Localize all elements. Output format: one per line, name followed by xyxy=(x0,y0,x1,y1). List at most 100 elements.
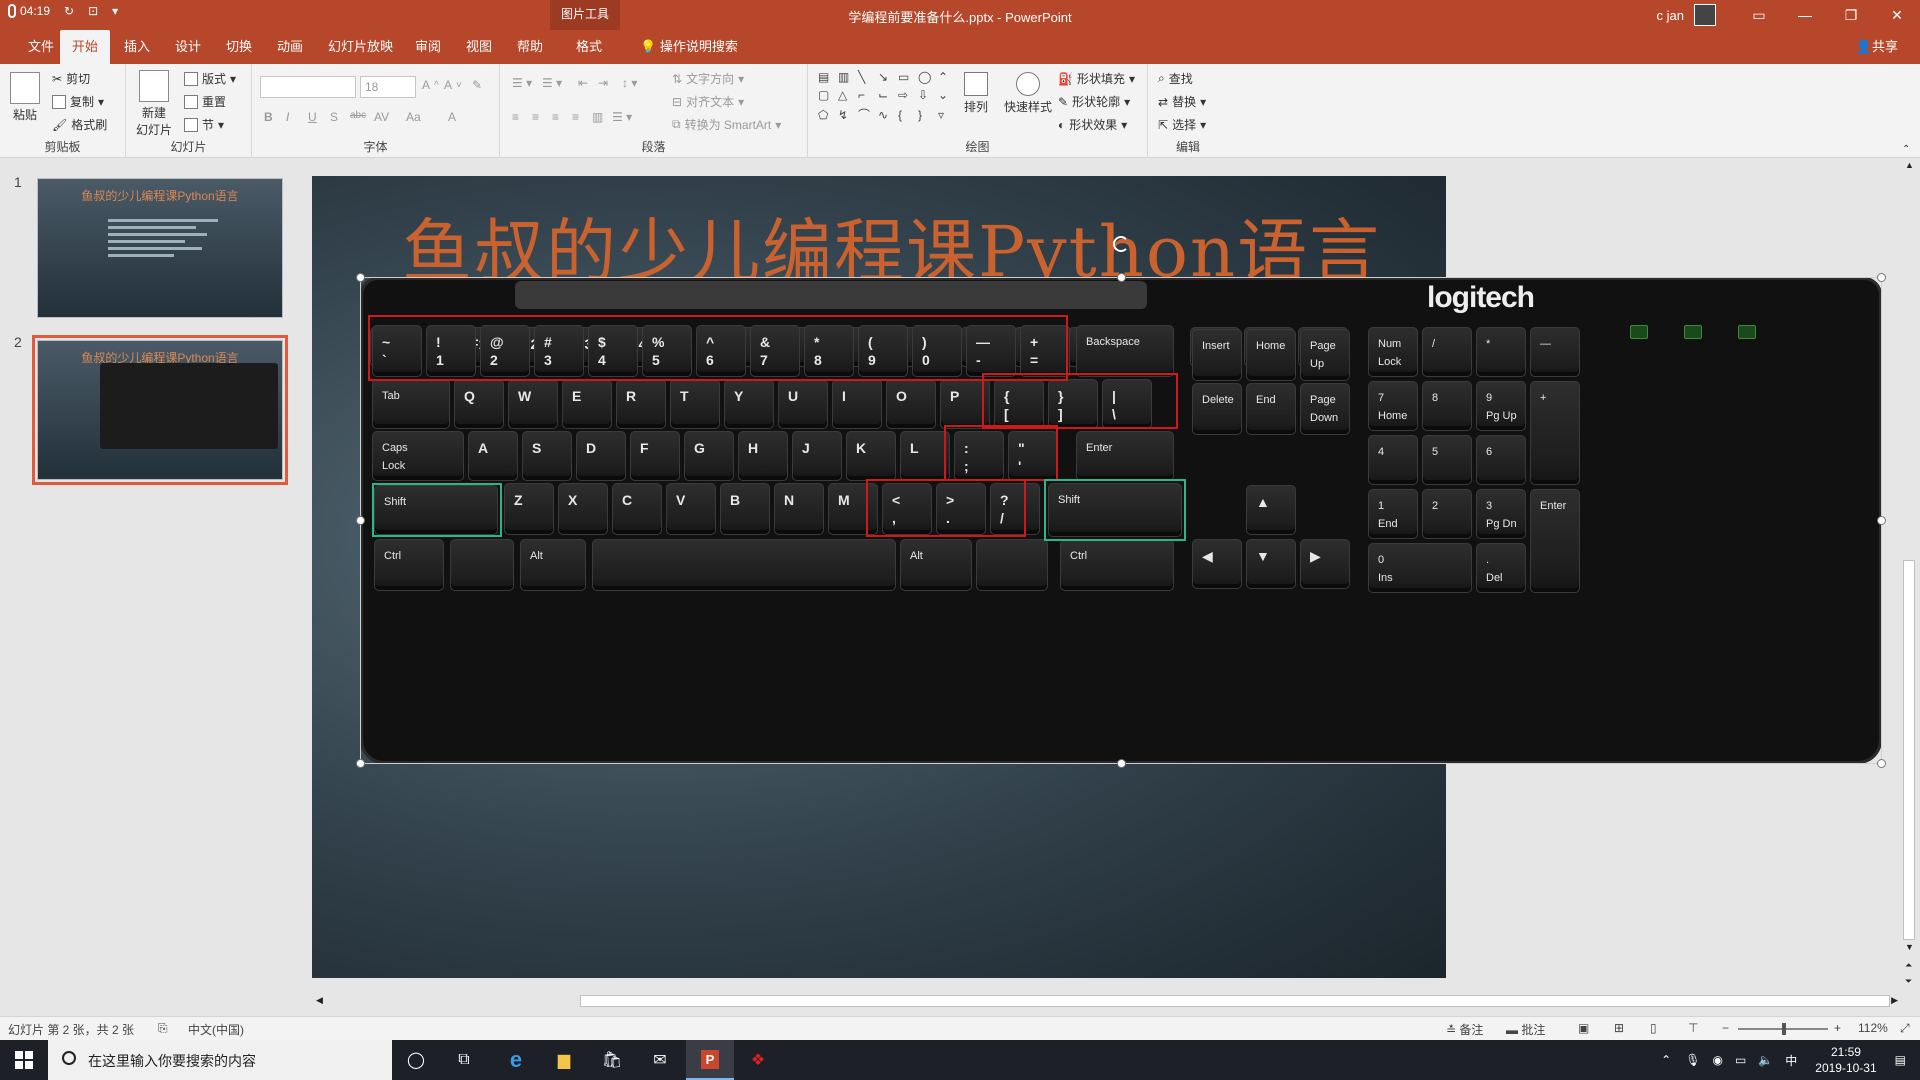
ribbon-display-options-icon[interactable]: ▭ xyxy=(1736,0,1782,30)
tab-transitions[interactable]: 切换 xyxy=(214,30,264,64)
spellcheck-icon[interactable]: ⎘ xyxy=(158,1021,168,1036)
line-shape-icon[interactable]: ╲ xyxy=(858,70,874,84)
tab-design[interactable]: 设计 xyxy=(163,30,213,64)
customize-qat-icon[interactable]: ▾ xyxy=(112,4,118,18)
replace-button[interactable]: ⇄ 替换 ▾ xyxy=(1158,93,1206,110)
select-button[interactable]: ⇱ 选择 ▾ xyxy=(1158,116,1206,133)
justify-icon[interactable]: ≡ xyxy=(572,110,579,124)
horizontal-scrollbar[interactable]: ◀ ▶ xyxy=(312,992,1902,1012)
zoom-in-icon[interactable]: + xyxy=(1834,1021,1841,1035)
volume-icon[interactable]: 🔈 xyxy=(1758,1053,1773,1067)
user-name[interactable]: c jan xyxy=(1657,8,1684,23)
new-slide-button[interactable]: 新建 幻灯片 xyxy=(136,70,172,138)
tab-format[interactable]: 格式 xyxy=(564,30,614,64)
clear-formatting-icon[interactable]: ✎ xyxy=(472,78,482,92)
quick-styles-button[interactable]: 快速样式 xyxy=(1004,72,1052,115)
tab-home[interactable]: 开始 xyxy=(60,30,111,64)
bullets-icon[interactable]: ☰ ▾ xyxy=(512,76,532,90)
underline-button[interactable]: U xyxy=(308,110,317,124)
align-center-icon[interactable]: ≡ xyxy=(532,110,539,124)
bold-button[interactable]: B xyxy=(264,110,273,124)
zoom-out-icon[interactable]: − xyxy=(1722,1021,1729,1035)
reading-view-icon[interactable]: ▯ xyxy=(1650,1021,1657,1035)
font-size-dropdown[interactable]: 18 xyxy=(360,76,416,98)
share-button[interactable]: 👤共享 xyxy=(1856,30,1898,64)
gallery-scroll-down-icon[interactable]: ⌄ xyxy=(938,88,954,102)
taskbar-search[interactable]: 在这里输入你要搜索的内容 xyxy=(48,1040,392,1080)
scroll-down-icon[interactable]: ▼ xyxy=(1905,942,1914,952)
align-left-icon[interactable]: ≡ xyxy=(512,110,519,124)
shape-effects-button[interactable]: ◐ 形状效果 ▾ xyxy=(1058,116,1127,133)
keyboard-image[interactable]: logitech EscF1F2F3F4F5F6F7F8F9F10F11F12P… xyxy=(360,277,1882,764)
left-brace-shape-icon[interactable]: { xyxy=(898,108,914,122)
curve-shape-icon[interactable]: ∿ xyxy=(878,108,894,122)
recorder-app-icon[interactable]: ❖ xyxy=(734,1040,782,1080)
textbox-shape-icon[interactable]: ▤ xyxy=(818,70,834,84)
scroll-right-icon[interactable]: ▶ xyxy=(1891,995,1898,1006)
notifications-icon[interactable]: ▤ xyxy=(1895,1053,1906,1067)
shapes-gallery[interactable]: ▤ ▥ ╲ ↘ ▭ ◯ ⌃ ▢ △ ⌐ ⌙ ⇨ ⇩ ⌄ ⬠ ↯ ⌒ ∿ {} ▿ xyxy=(818,70,974,123)
format-painter-button[interactable]: 🖌 格式刷 xyxy=(52,116,107,133)
tray-expand-icon[interactable]: ⌃ xyxy=(1661,1053,1671,1067)
oval-shape-icon[interactable]: ◯ xyxy=(918,70,934,84)
grow-font-button[interactable]: A ^ xyxy=(422,78,439,92)
fit-slide-icon[interactable]: ⤢ xyxy=(1900,1021,1910,1036)
avatar[interactable] xyxy=(1694,4,1716,26)
tab-help[interactable]: 帮助 xyxy=(505,30,555,64)
columns-icon[interactable]: ▥ xyxy=(592,110,603,124)
language-indicator[interactable]: 中文(中国) xyxy=(188,1021,244,1038)
pentagon-shape-icon[interactable]: ⬠ xyxy=(818,108,834,122)
text-direction-button[interactable]: ⇅ 文字方向 ▾ xyxy=(672,70,744,87)
notes-button[interactable]: ≛ 备注 xyxy=(1446,1021,1483,1038)
tab-review[interactable]: 审阅 xyxy=(403,30,453,64)
tab-animations[interactable]: 动画 xyxy=(265,30,315,64)
arrange-button[interactable]: 排列 xyxy=(964,72,988,115)
zoom-slider-thumb[interactable] xyxy=(1782,1023,1786,1035)
arrow-line-shape-icon[interactable]: ↘ xyxy=(878,70,894,84)
cortana-icon[interactable]: ◯ xyxy=(392,1040,440,1080)
rect2-shape-icon[interactable]: ▢ xyxy=(818,88,834,102)
normal-view-icon[interactable]: ▣ xyxy=(1578,1021,1589,1035)
change-case-button[interactable]: Aa xyxy=(406,110,421,124)
restore-button[interactable]: ❐ xyxy=(1828,0,1874,30)
network-icon[interactable]: ▭ xyxy=(1735,1053,1746,1067)
smartart-button[interactable]: ⧉ 转换为 SmartArt ▾ xyxy=(672,116,781,133)
redo-icon[interactable]: ↻ xyxy=(64,4,74,18)
tab-insert[interactable]: 插入 xyxy=(112,30,162,64)
scroll-left-icon[interactable]: ◀ xyxy=(316,995,323,1006)
previous-slide-icon[interactable]: ⏶ xyxy=(1905,960,1912,971)
line-spacing-icon[interactable]: ↕ ▾ xyxy=(622,76,637,90)
store-icon[interactable]: 🛍 xyxy=(588,1040,636,1080)
connector-shape-icon[interactable]: ⌐ xyxy=(858,88,874,102)
zoom-level[interactable]: 112% xyxy=(1858,1021,1888,1035)
gallery-scroll-up-icon[interactable]: ⌃ xyxy=(938,70,954,84)
task-view-icon[interactable]: ⧉ xyxy=(440,1040,488,1080)
decrease-indent-icon[interactable]: ⇤ xyxy=(578,76,588,90)
cut-button[interactable]: ✂ 剪切 xyxy=(52,70,90,87)
align-right-icon[interactable]: ≡ xyxy=(552,110,559,124)
copy-button[interactable]: 复制 ▾ xyxy=(52,93,104,110)
numbering-icon[interactable]: ☰ ▾ xyxy=(542,76,562,90)
font-color-button[interactable]: A xyxy=(448,110,456,124)
from-start-icon[interactable]: ⊡ xyxy=(88,4,98,18)
close-button[interactable]: ✕ xyxy=(1874,0,1920,30)
comments-button[interactable]: ▬ 批注 xyxy=(1506,1021,1545,1038)
start-button[interactable] xyxy=(0,1040,48,1080)
slide-thumbnail-1[interactable]: 鱼叔的少儿编程课Python语言 xyxy=(37,178,283,318)
microphone-tray-icon[interactable]: 🎙 xyxy=(1685,1053,1700,1067)
minimize-button[interactable]: — xyxy=(1782,0,1828,30)
section-button[interactable]: 节 ▾ xyxy=(184,116,224,133)
app-tray-icon[interactable]: ◉ xyxy=(1712,1053,1722,1067)
right-arrow-shape-icon[interactable]: ⇨ xyxy=(898,88,914,102)
mail-icon[interactable]: ✉ xyxy=(636,1040,684,1080)
shape-outline-button[interactable]: ✎ 形状轮廓 ▾ xyxy=(1058,93,1130,110)
increase-indent-icon[interactable]: ⇥ xyxy=(598,76,608,90)
font-name-dropdown[interactable] xyxy=(260,76,356,98)
horizontal-scroll-thumb[interactable] xyxy=(580,995,1890,1007)
lightning-shape-icon[interactable]: ↯ xyxy=(838,108,854,122)
align-text-button[interactable]: ⊟ 对齐文本 ▾ xyxy=(672,93,744,110)
clock[interactable]: 21:59 2019-10-31 xyxy=(1815,1044,1876,1076)
powerpoint-icon[interactable]: P xyxy=(686,1040,734,1080)
next-slide-icon[interactable]: ⏷ xyxy=(1905,976,1912,987)
shadow-button[interactable]: S xyxy=(330,110,338,124)
